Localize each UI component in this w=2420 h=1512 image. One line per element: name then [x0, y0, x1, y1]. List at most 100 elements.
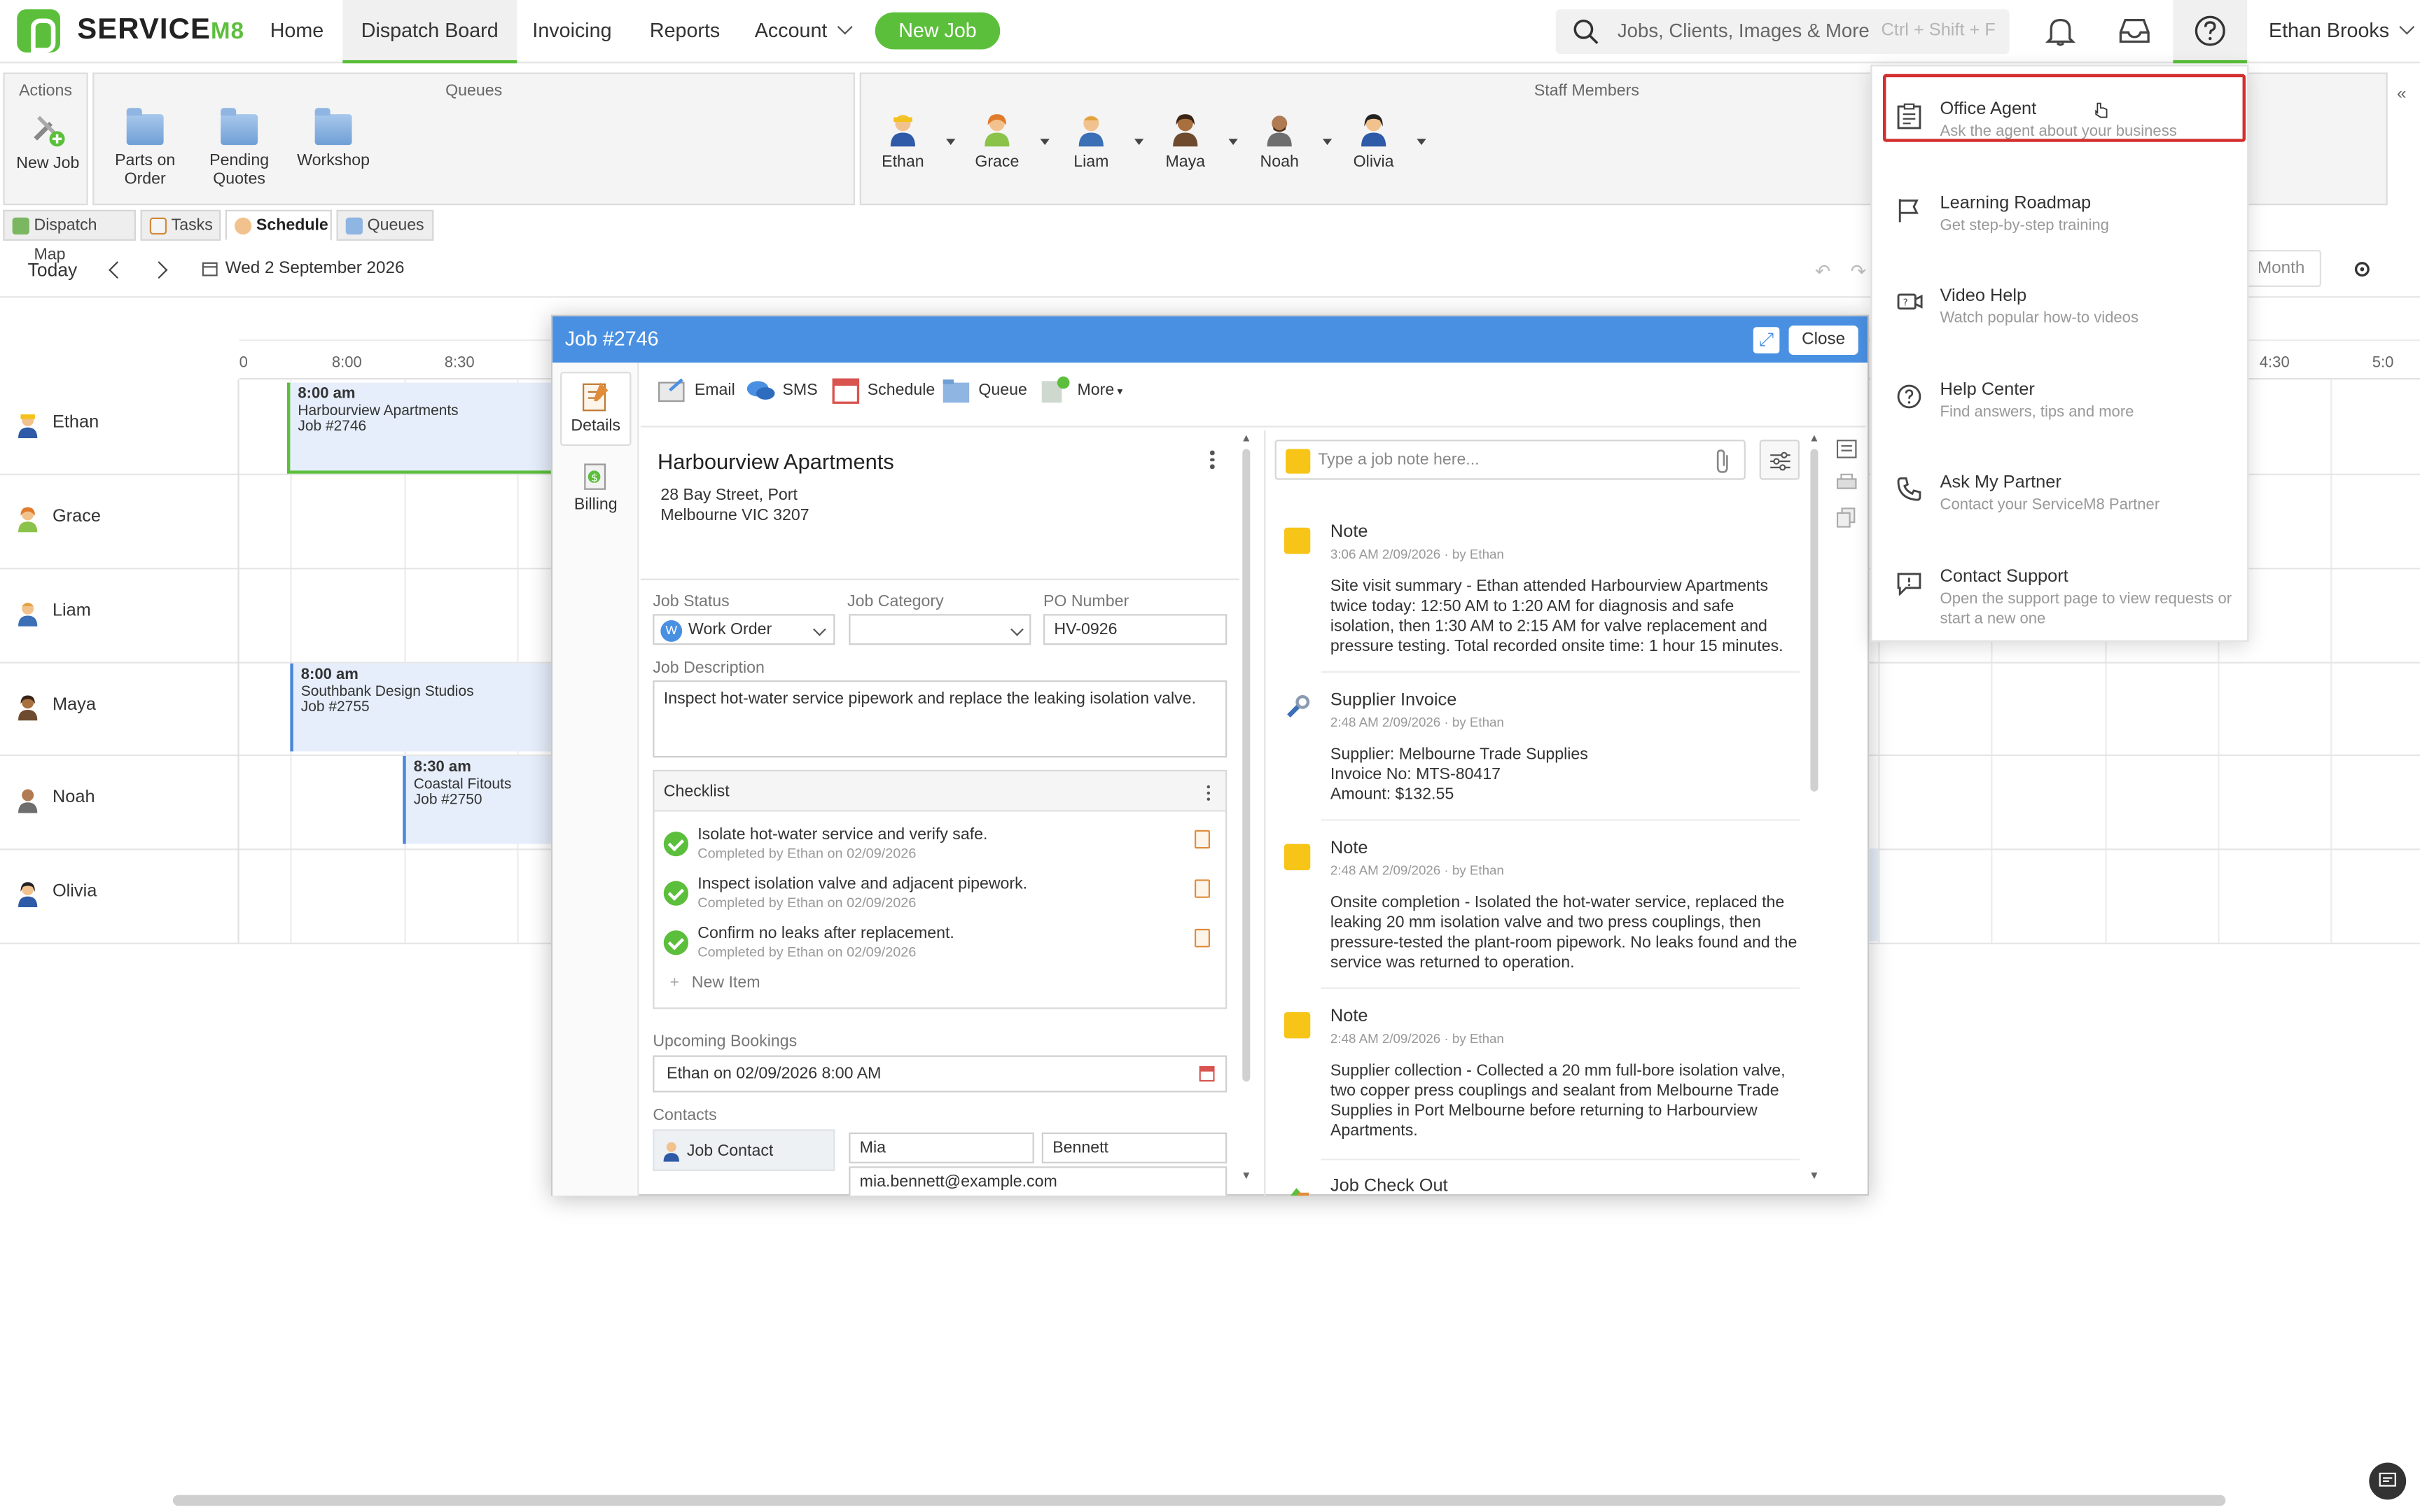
schedule-row-noah[interactable]: Noah [0, 755, 239, 847]
client-menu-icon[interactable] [1210, 450, 1215, 472]
list-view-icon[interactable] [1836, 440, 1857, 458]
help-contact-support[interactable]: Contact Support Open the support page to… [1872, 550, 2251, 642]
tab-schedule[interactable]: Schedule [225, 209, 332, 241]
redo-icon[interactable]: ↷ [1851, 260, 1866, 282]
calendar-icon[interactable] [1199, 1066, 1215, 1082]
scroll-down-icon[interactable]: ▼ [1241, 1171, 1251, 1182]
close-button[interactable]: Close [1788, 326, 1858, 355]
chat-support-icon[interactable] [2369, 1462, 2407, 1500]
billing-tab[interactable]: $ Billing [560, 452, 631, 526]
job-description-input[interactable]: Inspect hot-water service pipework and r… [653, 680, 1228, 758]
nav-home[interactable]: Home [251, 0, 342, 63]
feed-filter-button[interactable] [1759, 440, 1800, 480]
booking-card[interactable]: 8:00 am Southbank Design Studios Job #2755 [290, 663, 553, 752]
prev-day-icon[interactable] [109, 261, 126, 279]
month-view-button[interactable]: Month [2241, 250, 2321, 287]
scroll-down-icon[interactable]: ▼ [1809, 1171, 1819, 1182]
note-icon[interactable] [1194, 879, 1211, 898]
checklist-menu-icon[interactable] [1206, 785, 1212, 804]
sms-button[interactable]: SMS [746, 381, 818, 400]
help-video-help[interactable]: ? Video Help Watch popular how-to videos [1872, 269, 2251, 346]
schedule-button[interactable]: Schedule [830, 378, 935, 404]
booking-card[interactable]: 8:00 am Harbourview Apartments Job #2746 [286, 382, 553, 474]
nav-reports[interactable]: Reports [631, 0, 738, 63]
schedule-row-ethan[interactable]: Ethan [0, 379, 239, 472]
more-button[interactable]: More ▾ [1041, 376, 1122, 403]
staff-grace[interactable]: Grace [960, 108, 1050, 172]
po-number-input[interactable]: HV-0926 [1043, 614, 1228, 645]
tab-queues[interactable]: Queues [336, 209, 434, 241]
check-circle-icon[interactable] [663, 881, 689, 906]
collapse-panel-icon[interactable]: « [2397, 85, 2407, 103]
email-button[interactable]: Email [658, 378, 735, 402]
scroll-up-icon[interactable]: ▲ [1809, 433, 1819, 444]
schedule-row-liam[interactable]: Liam [0, 568, 239, 660]
note-icon[interactable] [1194, 830, 1211, 849]
contact-last-name-input[interactable]: Bennett [1041, 1132, 1228, 1163]
queue-workshop[interactable]: Workshop [290, 105, 376, 169]
job-address[interactable]: 28 Bay Street, Port Melbourne VIC 3207 [660, 486, 809, 526]
schedule-row-grace[interactable]: Grace [0, 474, 239, 566]
contact-type[interactable]: Job Contact [653, 1129, 835, 1171]
nav-dispatch-board[interactable]: Dispatch Board [342, 0, 517, 64]
inbox-icon[interactable] [2118, 14, 2151, 48]
next-day-icon[interactable] [150, 261, 168, 279]
details-tab[interactable]: Details [560, 372, 632, 446]
help-ask-my-partner[interactable]: Ask My Partner Contact your ServiceM8 Pa… [1872, 455, 2251, 532]
new-job-button[interactable]: New Job [875, 12, 1001, 50]
queue-button[interactable]: Queue [942, 379, 1027, 403]
logo-text[interactable]: SERVICEM8 [77, 14, 244, 48]
details-scrollbar[interactable] [1242, 449, 1251, 1082]
help-learning-roadmap[interactable]: Learning Roadmap Get step-by-step traini… [1872, 176, 2251, 253]
queue-pending-quotes[interactable]: Pending Quotes [196, 105, 282, 188]
checklist-item[interactable]: Isolate hot-water service and verify saf… [663, 825, 1219, 872]
check-circle-icon[interactable] [663, 832, 689, 857]
diary-scrollbar[interactable] [1810, 449, 1819, 792]
schedule-row-maya[interactable]: Maya [0, 662, 239, 755]
toolbar-new-job-button[interactable]: New Job [5, 105, 91, 173]
job-category-select[interactable] [849, 614, 1031, 645]
checklist-item[interactable]: Confirm no leaks after replacement. Compl… [663, 924, 1219, 970]
user-menu[interactable]: Ethan Brooks [2269, 18, 2415, 42]
upcoming-booking-entry[interactable]: Ethan on 02/09/2026 8:00 AM [653, 1055, 1228, 1093]
help-help-center[interactable]: Help Center Find answers, tips and more [1872, 363, 2251, 440]
undo-icon[interactable]: ↶ [1815, 260, 1830, 282]
queue-parts-on-order[interactable]: Parts on Order [102, 105, 188, 188]
settings-gear-icon[interactable] [2353, 260, 2370, 277]
job-status-select[interactable]: W Work Order [653, 614, 835, 645]
booking-card-edge[interactable] [1869, 848, 1879, 941]
servicem8-logo-icon[interactable] [17, 9, 60, 52]
contact-email-input[interactable]: mia.bennett@example.com [849, 1166, 1228, 1196]
scroll-up-icon[interactable]: ▲ [1241, 433, 1251, 444]
current-date[interactable]: Wed 2 September 2026 [225, 259, 405, 277]
expand-icon[interactable]: ⤢ [1753, 327, 1780, 354]
staff-noah[interactable]: Noah [1242, 108, 1333, 172]
help-office-agent[interactable]: Office Agent Ask the agent about your bu… [1872, 82, 2251, 159]
staff-maya[interactable]: Maya [1148, 108, 1238, 172]
today-button[interactable]: Today [28, 259, 78, 281]
checklist-item[interactable]: Inspect isolation valve and adjacent pip… [663, 875, 1219, 921]
copy-icon[interactable] [1836, 507, 1857, 528]
tab-tasks[interactable]: Tasks [140, 209, 221, 241]
staff-ethan[interactable]: Ethan [866, 108, 956, 172]
attachment-icon[interactable] [1713, 449, 1732, 473]
note-icon[interactable] [1194, 928, 1211, 948]
staff-olivia[interactable]: Olivia [1337, 108, 1426, 172]
bell-icon[interactable] [2043, 14, 2077, 48]
schedule-row-olivia[interactable]: Olivia [0, 848, 239, 941]
tab-dispatch-map[interactable]: Dispatch Map [3, 209, 136, 264]
schedule-person-icon [235, 217, 252, 235]
client-name[interactable]: Harbourview Apartments [658, 449, 894, 473]
global-search-input[interactable]: Jobs, Clients, Images & More Ctrl + Shif… [1555, 9, 2010, 55]
print-icon[interactable] [1836, 473, 1857, 492]
check-circle-icon[interactable] [663, 930, 689, 955]
booking-card[interactable]: 8:30 am Coastal Fitouts Job #2750 [403, 756, 553, 844]
contact-first-name-input[interactable]: Mia [849, 1132, 1034, 1163]
staff-liam[interactable]: Liam [1054, 108, 1144, 172]
nav-invoicing[interactable]: Invoicing [514, 0, 630, 63]
new-checklist-item-button[interactable]: + New Item [670, 974, 760, 992]
horizontal-scrollbar[interactable] [172, 1494, 2226, 1506]
nav-account[interactable]: Account [736, 0, 869, 63]
job-note-input[interactable]: Type a job note here... [1274, 440, 1746, 480]
help-button-active[interactable] [2173, 0, 2248, 64]
